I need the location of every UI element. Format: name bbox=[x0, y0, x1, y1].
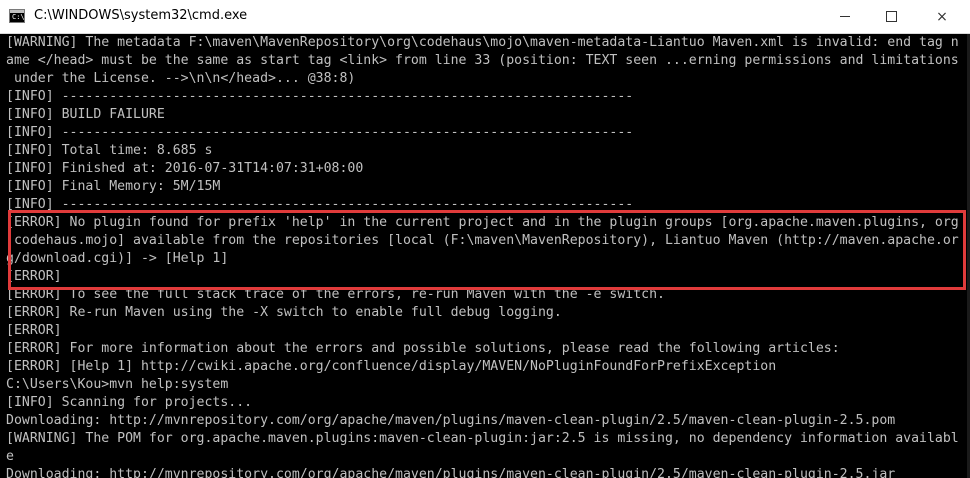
console-line: [ERROR] [Help 1] http://cwiki.apache.org… bbox=[6, 359, 777, 374]
console-output[interactable]: [WARNING] The metadata F:\maven\MavenRep… bbox=[0, 34, 970, 478]
console-line: e bbox=[6, 449, 14, 464]
console-line: [INFO] Total time: 8.685 s bbox=[6, 143, 213, 158]
console-line: [ERROR] Re-run Maven using the -X switch… bbox=[6, 305, 562, 320]
cmd-app-icon[interactable]: C:\ bbox=[9, 9, 25, 23]
console-line: C:\Users\Kou>mvn help:system bbox=[6, 377, 229, 392]
console-line: [INFO] Final Memory: 5M/15M bbox=[6, 179, 221, 194]
console-line: ame </head> must be the same as start ta… bbox=[6, 53, 959, 68]
console-line: [INFO] ---------------------------------… bbox=[6, 89, 634, 104]
maximize-icon bbox=[885, 11, 897, 22]
console-line: [INFO] BUILD FAILURE bbox=[6, 107, 165, 122]
console-line: [INFO] Scanning for projects... bbox=[6, 395, 253, 410]
cmd-icon-label: C:\ bbox=[12, 13, 25, 21]
console-line: [WARNING] The POM for org.apache.maven.p… bbox=[6, 431, 959, 446]
console-line: [ERROR] For more information about the e… bbox=[6, 341, 840, 356]
error-highlight-box bbox=[8, 210, 966, 290]
title-bar[interactable]: C:\ C:\WINDOWS\system32\cmd.exe × bbox=[0, 0, 970, 34]
console-line: [INFO] Finished at: 2016-07-31T14:07:31+… bbox=[6, 161, 364, 176]
maximize-button[interactable] bbox=[868, 0, 914, 33]
minimize-icon bbox=[840, 16, 850, 17]
close-icon: × bbox=[936, 8, 948, 25]
console-line: [INFO] ---------------------------------… bbox=[6, 125, 634, 140]
cmd-window: C:\ C:\WINDOWS\system32\cmd.exe × [WARNI… bbox=[0, 0, 970, 478]
console-line: Downloading: http://mvnrepository.com/or… bbox=[6, 467, 896, 478]
close-button[interactable]: × bbox=[914, 0, 970, 33]
window-title: C:\WINDOWS\system32\cmd.exe bbox=[34, 8, 248, 23]
console-line: [WARNING] The metadata F:\maven\MavenRep… bbox=[6, 35, 959, 50]
minimize-button[interactable] bbox=[822, 0, 868, 33]
console-line: under the License. -->\n\n</head>... @38… bbox=[6, 71, 356, 86]
console-line: [ERROR] bbox=[6, 323, 62, 338]
console-line: Downloading: http://mvnrepository.com/or… bbox=[6, 413, 896, 428]
